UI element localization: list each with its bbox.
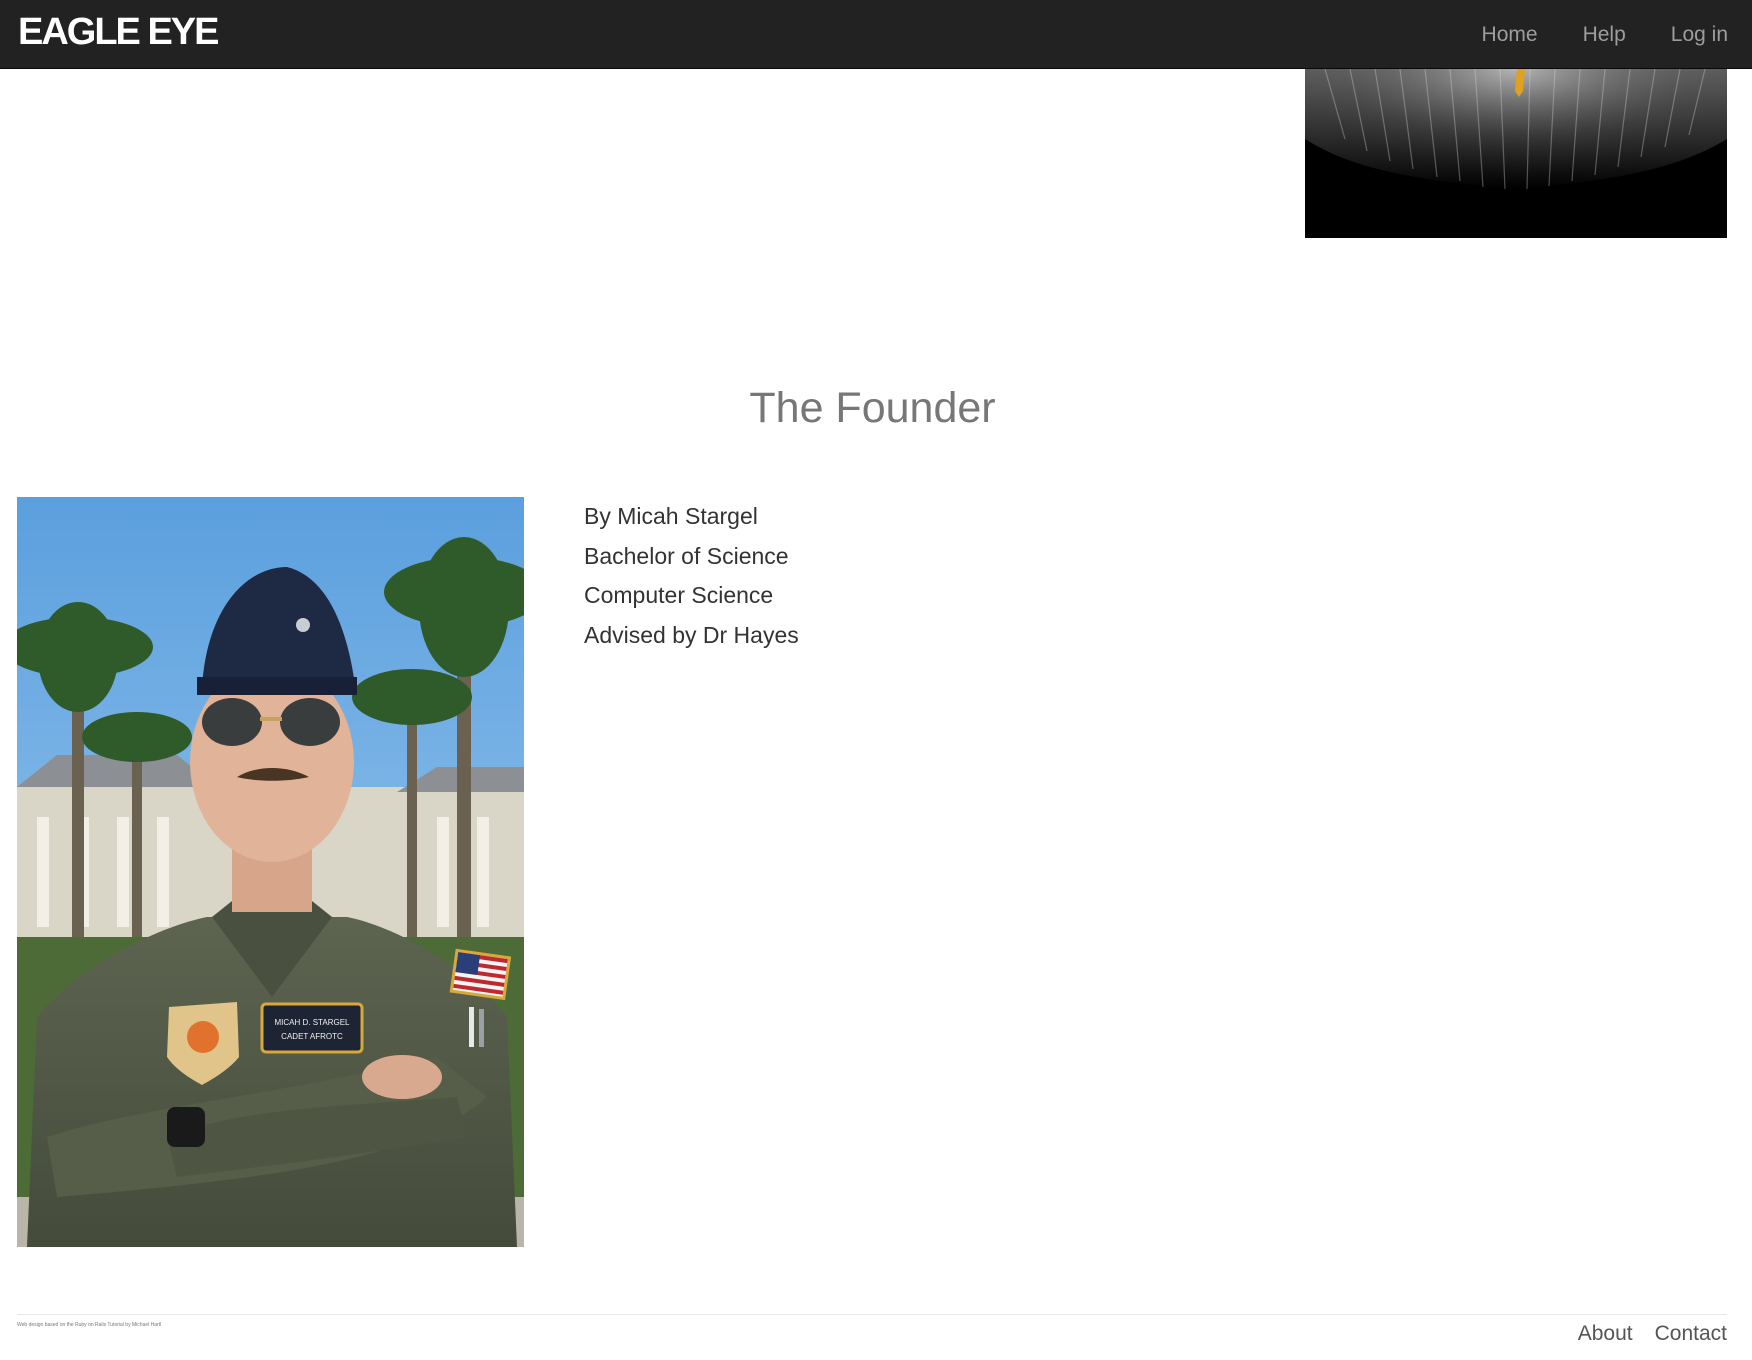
name-tag-line2: CADET AFROTC [281, 1032, 343, 1041]
bio-author: By Micah Stargel [584, 503, 758, 529]
page-title: The Founder [749, 384, 996, 432]
nav-link-home[interactable]: Home [1482, 23, 1538, 47]
nav-link-login[interactable]: Log in [1671, 23, 1728, 47]
nav-link-help[interactable]: Help [1583, 23, 1626, 47]
footer-link-contact[interactable]: Contact [1655, 1322, 1727, 1346]
footer-divider [17, 1314, 1727, 1315]
name-tag-line1: MICAH D. STARGEL [275, 1018, 351, 1027]
eagle-feathers-image [1305, 69, 1727, 238]
bio-degree: Bachelor of Science [584, 542, 789, 569]
founder-portrait-image: MICAH D. STARGEL CADET AFROTC [17, 497, 524, 1247]
top-navbar: EAGLE EYE Home Help Log in [0, 0, 1752, 69]
founder-bio: By Micah Stargel Bachelor of Science Com… [584, 497, 799, 655]
footer-link-about[interactable]: About [1578, 1322, 1633, 1346]
site-logo[interactable]: EAGLE EYE [18, 11, 219, 53]
founder-photo: MICAH D. STARGEL CADET AFROTC [17, 497, 524, 1247]
footer-credit: Web design based on the Ruby on Rails Tu… [17, 1322, 162, 1328]
bio-major: Computer Science [584, 582, 774, 608]
bio-advisor: Advised by Dr Hayes [584, 621, 799, 648]
nav-links: Home Help Log in [1437, 0, 1728, 69]
eagle-hero-image [1305, 69, 1727, 238]
footer-links: About Contact [1556, 1322, 1727, 1346]
